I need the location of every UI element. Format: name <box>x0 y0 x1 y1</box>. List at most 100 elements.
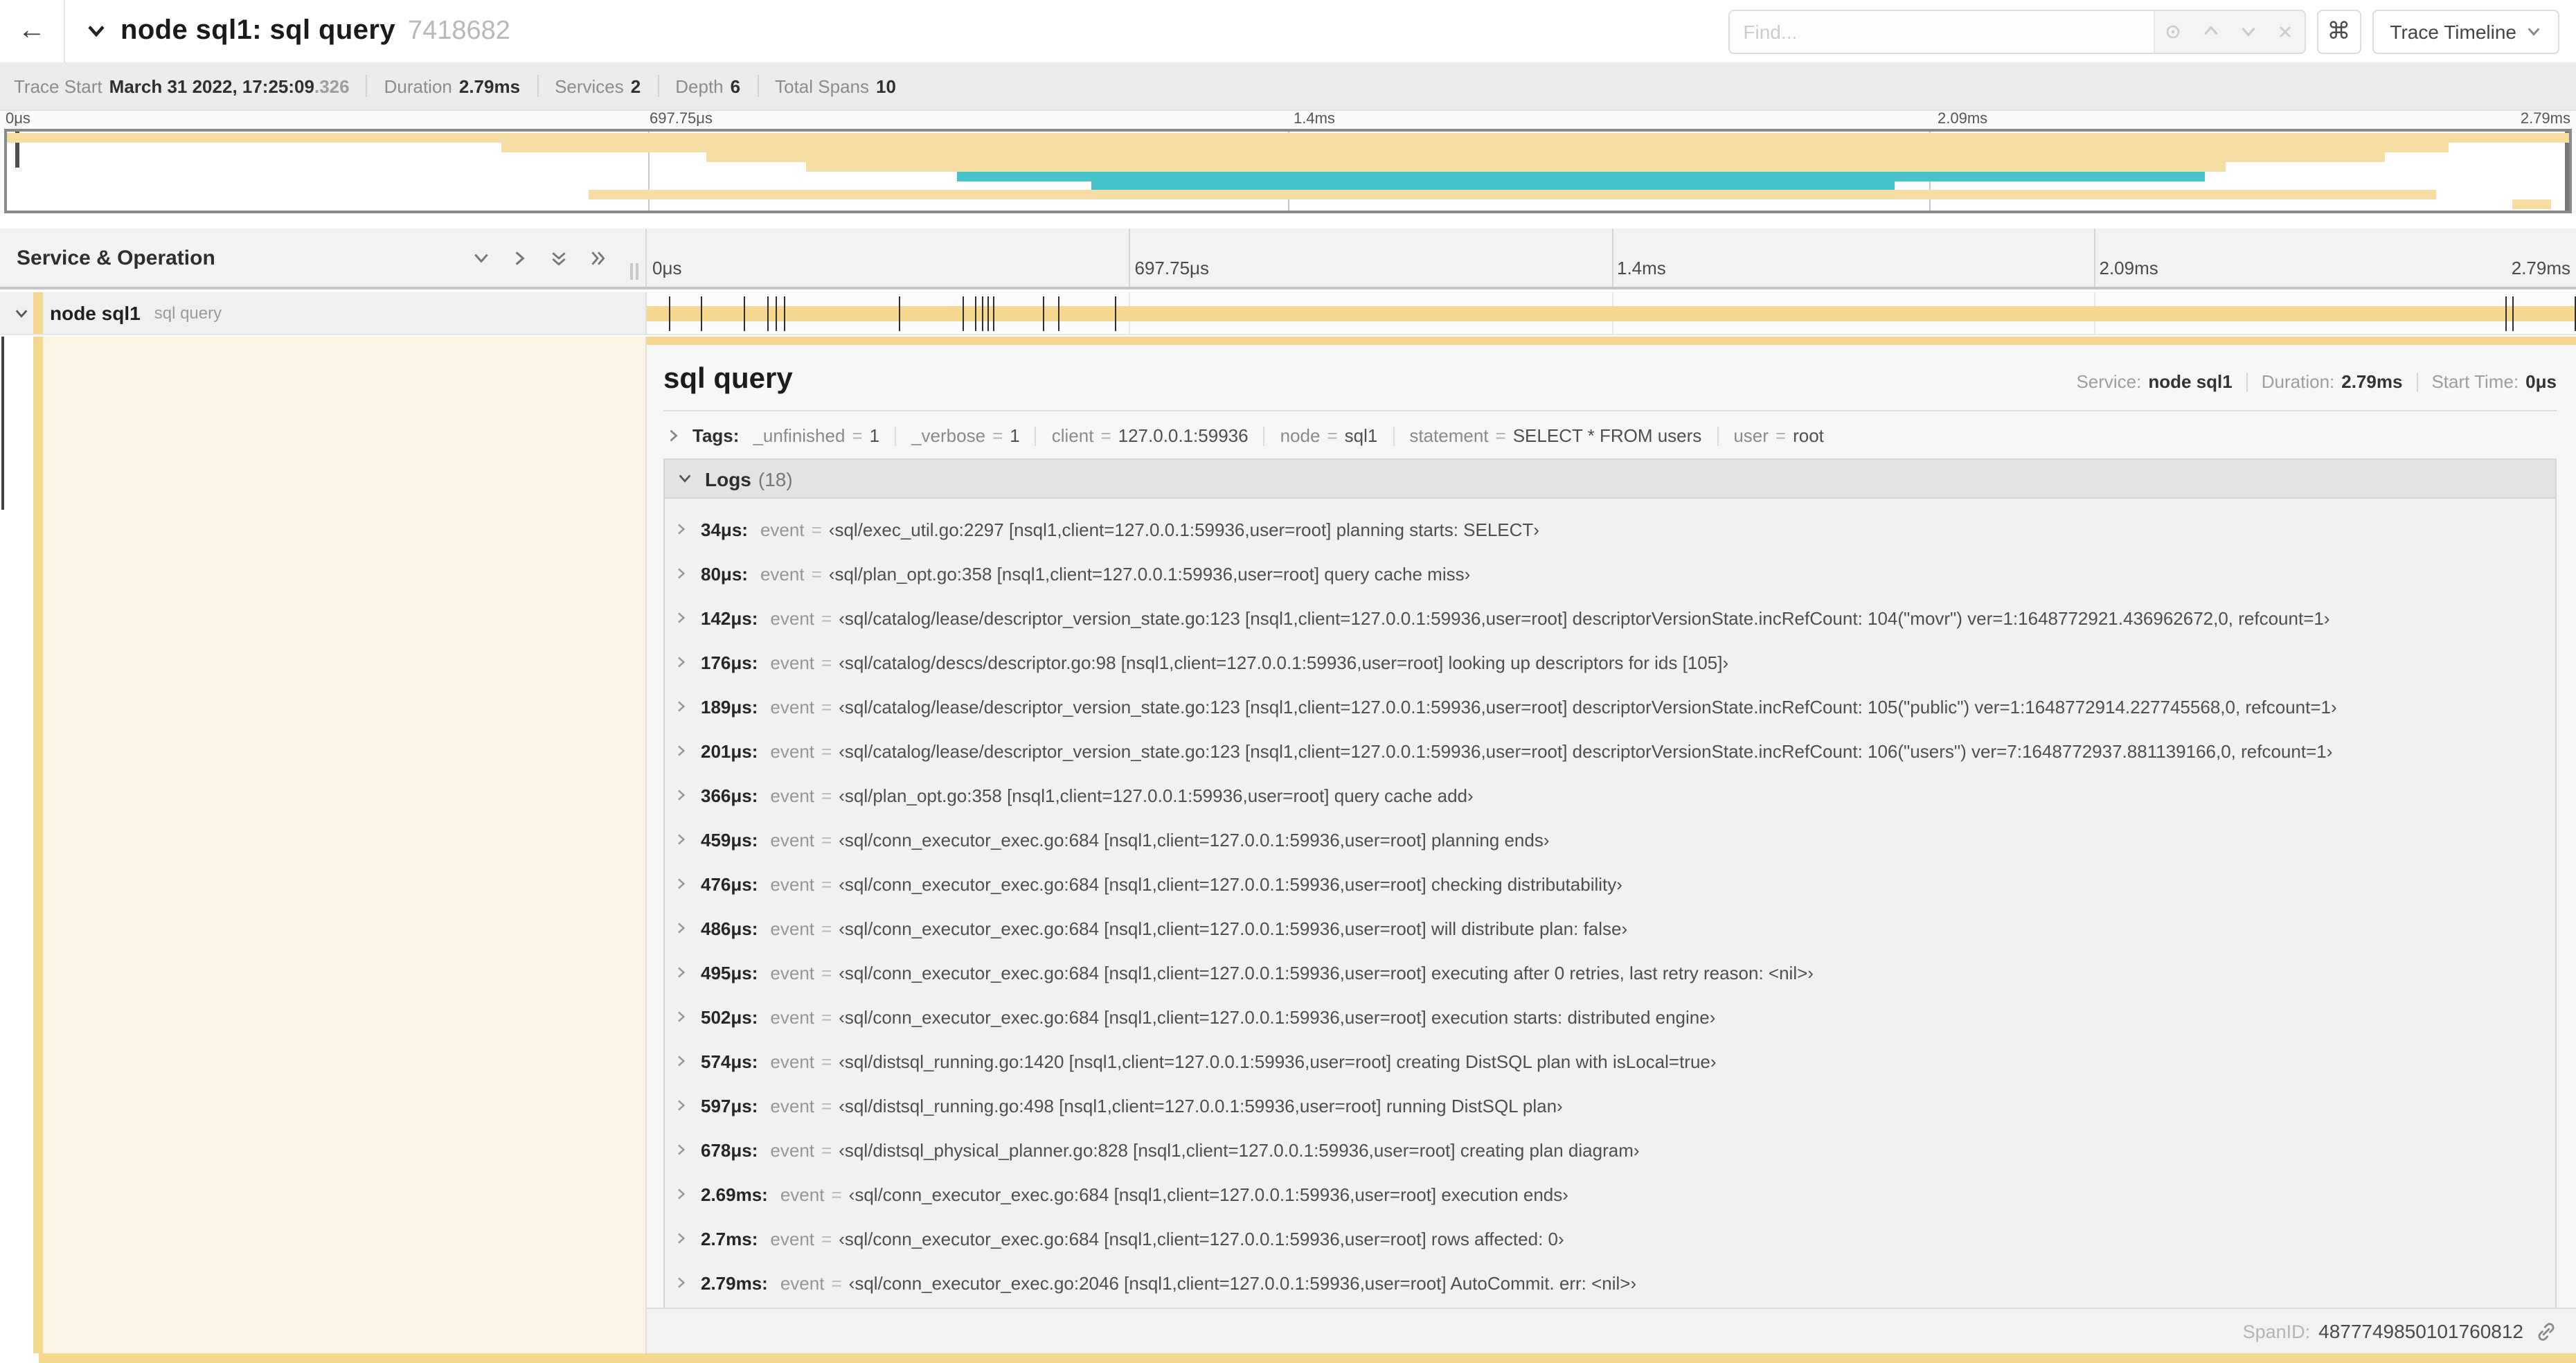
deep-link-icon[interactable] <box>2536 1321 2557 1342</box>
find-input[interactable] <box>1729 10 2154 52</box>
log-field-key: event <box>780 1272 825 1293</box>
top-actions: ⌘ Trace Timeline <box>1728 0 2559 62</box>
log-field-key: event <box>770 918 815 938</box>
log-marker-tick <box>1058 296 1060 331</box>
chevron-right-icon[interactable] <box>674 1143 688 1157</box>
minimap-span-bar <box>588 190 2436 200</box>
log-field-key: event <box>770 696 815 717</box>
log-entry-row[interactable]: 201μs: event = ‹sql/catalog/lease/descripto… <box>674 729 2555 773</box>
chevron-right-icon[interactable] <box>674 788 688 802</box>
tag-item: statement = SELECT * FROM users <box>1409 425 1701 446</box>
span-color-stripe <box>33 337 43 1353</box>
chevron-right-icon[interactable] <box>674 567 688 580</box>
logs-title: Logs <box>705 467 751 490</box>
log-field-key: event <box>780 1184 825 1204</box>
tag-separator <box>1263 426 1265 445</box>
span-row: node sql1 sql query <box>0 292 2576 335</box>
log-marker-tick <box>2505 296 2507 331</box>
tag-equals: = <box>992 425 1003 446</box>
log-entry-row[interactable]: 486μs: event = ‹sql/conn_executor_exec.go:6… <box>674 906 2555 950</box>
log-entry-row[interactable]: 597μs: event = ‹sql/distsql_running.go:498 … <box>674 1083 2555 1128</box>
log-entry-row[interactable]: 34μs: event = ‹sql/exec_util.go:2297 [nsql1… <box>674 507 2555 551</box>
trace-collapse-chevron-icon[interactable] <box>86 21 107 42</box>
log-entry-row[interactable]: 574μs: event = ‹sql/distsql_running.go:1420… <box>674 1039 2555 1083</box>
chevron-right-icon[interactable] <box>674 832 688 846</box>
chevron-right-icon[interactable] <box>674 700 688 713</box>
next-result-icon[interactable] <box>2229 10 2266 52</box>
log-entry-row[interactable]: 2.79ms: event = ‹sql/conn_executor_exec.go:… <box>674 1260 2555 1305</box>
tag-key: node <box>1280 425 1321 446</box>
log-field-key: event <box>770 1095 815 1116</box>
chevron-right-icon[interactable] <box>674 655 688 669</box>
chevron-right-icon[interactable] <box>674 1187 688 1201</box>
back-button[interactable]: ← <box>0 0 65 62</box>
log-equals: = <box>821 1228 832 1249</box>
expand-all-icon[interactable] <box>589 249 607 267</box>
clear-search-icon[interactable] <box>2266 10 2304 52</box>
span-bar-cell[interactable] <box>647 292 2576 334</box>
chevron-right-icon[interactable] <box>674 921 688 935</box>
log-marker-tick <box>767 296 769 331</box>
minimap-right-scrubber[interactable] <box>2565 132 2569 211</box>
trace-view-selector[interactable]: Trace Timeline <box>2372 9 2559 53</box>
chevron-right-icon[interactable] <box>674 611 688 625</box>
collapse-all-icon[interactable] <box>550 249 568 267</box>
log-entry-row[interactable]: 476μs: event = ‹sql/conn_executor_exec.go:6… <box>674 862 2555 906</box>
detail-meta-value: node sql1 <box>2148 371 2233 392</box>
chevron-right-icon[interactable] <box>674 877 688 891</box>
meta-value: 2 <box>630 75 641 96</box>
log-entry-row[interactable]: 678μs: event = ‹sql/distsql_physical_planne… <box>674 1128 2555 1172</box>
log-entry-row[interactable]: 2.7ms: event = ‹sql/conn_executor_exec.go:6… <box>674 1216 2555 1260</box>
expand-one-icon[interactable] <box>511 249 529 267</box>
log-marker-tick <box>700 296 702 331</box>
log-timestamp: 80μs: <box>701 563 748 584</box>
meta-label: Trace Start <box>14 75 102 96</box>
minimap-span-bar <box>806 161 2226 172</box>
minimap-canvas[interactable] <box>4 129 2572 213</box>
collapse-one-icon[interactable] <box>472 249 490 267</box>
log-entry-row[interactable]: 142μs: event = ‹sql/catalog/lease/descripto… <box>674 596 2555 640</box>
chevron-right-icon[interactable] <box>674 965 688 979</box>
log-entry-row[interactable]: 502μs: event = ‹sql/conn_executor_exec.go:6… <box>674 995 2555 1039</box>
detail-row-highlight <box>43 337 645 1353</box>
prev-result-icon[interactable] <box>2192 10 2229 52</box>
log-equals: = <box>821 696 832 717</box>
log-entry-row[interactable]: 459μs: event = ‹sql/conn_executor_exec.go:6… <box>674 817 2555 862</box>
log-entry-row[interactable]: 2.69ms: event = ‹sql/conn_executor_exec.go:… <box>674 1172 2555 1216</box>
span-duration-bar[interactable] <box>647 306 2575 321</box>
log-marker-tick <box>784 296 786 331</box>
log-field-key: event <box>770 652 815 672</box>
vertical-scrollbar[interactable] <box>1 337 4 510</box>
chevron-right-icon[interactable] <box>674 1231 688 1245</box>
log-entry-row[interactable]: 495μs: event = ‹sql/conn_executor_exec.go:6… <box>674 950 2555 995</box>
trace-title: node sql1: sql query <box>120 15 395 46</box>
log-entry-row[interactable]: 189μs: event = ‹sql/catalog/lease/descripto… <box>674 684 2555 729</box>
chevron-right-icon[interactable] <box>674 1010 688 1024</box>
log-field-key: event <box>760 563 805 584</box>
chevron-right-icon[interactable] <box>674 1276 688 1290</box>
tag-value: sql1 <box>1344 425 1378 446</box>
logs-body: 34μs: event = ‹sql/exec_util.go:2297 [nsql1… <box>665 499 2555 1330</box>
chevron-right-icon[interactable] <box>674 744 688 758</box>
log-timestamp: 574μs: <box>701 1051 758 1071</box>
log-field-value: ‹sql/conn_executor_exec.go:684 [nsql1,cl… <box>839 1006 1716 1027</box>
log-timestamp: 502μs: <box>701 1006 758 1027</box>
tags-accordion[interactable]: Tags: _unfinished = 1 _verbose = 1 client = 127.… <box>663 425 2557 446</box>
log-equals: = <box>821 962 832 983</box>
locate-icon[interactable] <box>2154 10 2192 52</box>
chevron-right-icon[interactable] <box>674 522 688 536</box>
span-row-label-cell[interactable]: node sql1 sql query <box>0 292 647 334</box>
span-collapse-chevron-icon[interactable] <box>14 305 29 321</box>
log-entry-row[interactable]: 80μs: event = ‹sql/plan_opt.go:358 [nsql1,c… <box>674 551 2555 596</box>
logs-header[interactable]: Logs (18) <box>665 460 2555 499</box>
trace-meta-item: Total Spans 10 <box>775 75 896 96</box>
log-entry-row[interactable]: 176μs: event = ‹sql/catalog/descs/descripto… <box>674 640 2555 684</box>
chevron-right-icon[interactable] <box>674 1098 688 1112</box>
log-entry-row[interactable]: 366μs: event = ‹sql/plan_opt.go:358 [nsql1,… <box>674 773 2555 817</box>
chevron-right-icon[interactable] <box>674 1054 688 1068</box>
tag-value: 1 <box>1010 425 1020 446</box>
tag-item: _unfinished = 1 <box>753 425 879 446</box>
log-timestamp: 201μs: <box>701 740 758 761</box>
column-resize-grip[interactable] <box>630 263 638 280</box>
keyboard-shortcuts-button[interactable]: ⌘ <box>2316 9 2361 53</box>
